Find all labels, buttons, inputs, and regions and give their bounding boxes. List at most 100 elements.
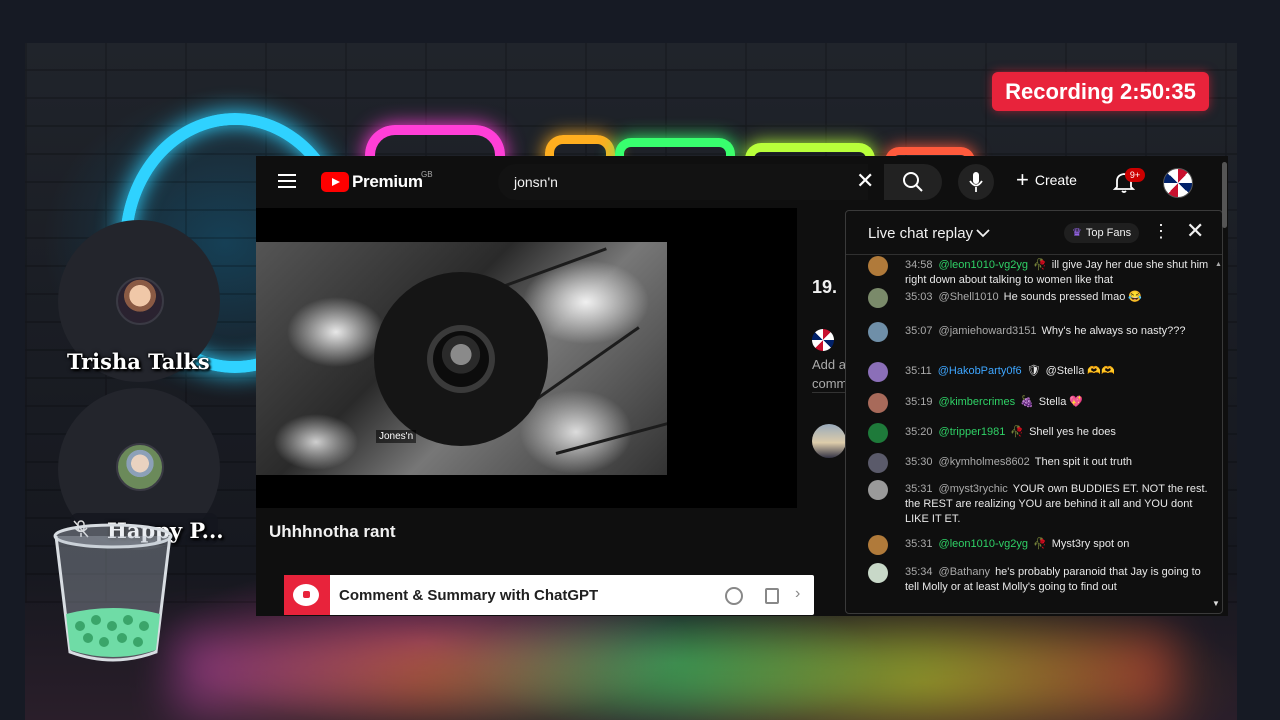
voice-search-button[interactable] (958, 164, 994, 200)
copy-icon[interactable] (765, 588, 779, 604)
chat-message-body: Stella 💖 (1038, 396, 1084, 408)
youtube-logo-icon[interactable] (321, 172, 349, 192)
divider (812, 392, 846, 393)
top-fans-label: Top Fans (1085, 227, 1132, 239)
search-icon (903, 172, 923, 192)
chat-message-body: Then spit it out truth (1034, 456, 1133, 468)
hamburger-icon[interactable] (278, 174, 296, 188)
chat-message-text: 35:03 @Shell1010 He sounds pressed lmao 😂 (905, 290, 1215, 305)
plus-icon: + (1016, 167, 1029, 192)
chat-message-body: Shell yes he does (1029, 426, 1116, 438)
chevron-down-icon[interactable] (976, 229, 990, 238)
speaker-avatar (433, 331, 489, 387)
crown-icon: ♛ (1072, 227, 1082, 239)
avatar[interactable] (868, 256, 888, 276)
avatar[interactable] (868, 480, 888, 500)
profile-avatar[interactable] (1163, 168, 1193, 198)
avatar[interactable] (868, 453, 888, 473)
chat-author[interactable]: @kimbercrimes (939, 396, 1016, 408)
chat-author[interactable]: @Bathany (939, 566, 991, 578)
member-badge-icon: 🛡 (1026, 365, 1041, 377)
speaker-label: Jones'n (376, 430, 417, 443)
chat-message-list[interactable]: 34:58 @leon1010-vg2yg 🥀 ill give Jay her du… (846, 256, 1216, 610)
chat-message-text: 35:07 @jamiehoward3151 Why's he always so … (905, 324, 1215, 339)
chat-message-body: @Stella 🫶🫶 (1045, 365, 1115, 377)
window-scrollbar[interactable] (1222, 162, 1227, 228)
avatar[interactable] (868, 393, 888, 413)
chat-timestamp: 35:19 (905, 396, 933, 408)
chat-mode-dropdown[interactable]: Live chat replay (868, 225, 973, 242)
scroll-down-arrow[interactable]: ▼ (1212, 599, 1220, 608)
chat-message-text: 35:19 @kimbercrimes 🍇 Stella 💖 (905, 395, 1215, 410)
member-badge-icon: 🍇 (1020, 396, 1034, 408)
chat-header: Live chat replay ♛ Top Fans ⋮ ✕ (846, 211, 1222, 255)
chat-author[interactable]: @kymholmes8602 (939, 456, 1030, 468)
openai-icon[interactable] (725, 587, 743, 605)
chat-timestamp: 34:58 (905, 259, 933, 271)
chat-message-text: 35:34 @Bathany he's probably paranoid that… (905, 565, 1215, 595)
avatar[interactable] (868, 322, 888, 342)
chatgpt-icon (284, 575, 330, 615)
chatgpt-summary-bar[interactable]: Comment & Summary with ChatGPT › (284, 575, 814, 615)
participant-name: Trisha Talks (67, 349, 210, 374)
kebab-menu-icon[interactable]: ⋮ (1152, 222, 1170, 240)
close-icon[interactable]: ✕ (1186, 220, 1204, 242)
chat-message-text: 34:58 @leon1010-vg2yg 🥀 ill give Jay her du… (905, 258, 1215, 288)
avatar[interactable] (868, 288, 888, 308)
member-badge-icon: 🥀 (1010, 426, 1025, 438)
chat-timestamp: 35:31 (905, 538, 933, 550)
chat-message-body: He sounds pressed lmao 😂 (1003, 291, 1143, 303)
avatar[interactable] (868, 362, 888, 382)
chat-message-text: 35:11 @HakobParty0f6 🛡 @Stella 🫶🫶 (905, 364, 1215, 379)
video-frame[interactable]: Jones'n (256, 242, 667, 475)
live-chat-panel: Live chat replay ♛ Top Fans ⋮ ✕ 34:58 @le… (845, 210, 1223, 614)
chat-message-text: 35:30 @kymholmes8602 Then spit it out trut… (905, 455, 1215, 470)
avatar (812, 329, 834, 351)
floor-reflection (175, 633, 1175, 713)
chat-message-body: Myst3ry spot on (1051, 538, 1130, 550)
chat-author[interactable]: @leon1010-vg2yg (939, 538, 1028, 550)
mic-icon (969, 172, 983, 192)
chat-author[interactable]: @HakobParty0f6 (938, 365, 1022, 377)
search-value[interactable]: jonsn'n (514, 174, 558, 190)
chatgpt-label: Comment & Summary with ChatGPT (339, 587, 599, 604)
search-button[interactable] (884, 164, 942, 200)
avatar (812, 424, 846, 458)
top-fans-chip[interactable]: ♛ Top Fans (1064, 223, 1140, 243)
add-comment-line: Add a (812, 357, 846, 372)
chat-timestamp: 35:20 (905, 426, 933, 438)
chevron-right-icon[interactable]: › (795, 585, 800, 603)
chat-timestamp: 35:07 (905, 325, 933, 337)
chat-author[interactable]: @jamiehoward3151 (939, 325, 1037, 337)
chat-author[interactable]: @tripper1981 (939, 426, 1006, 438)
chat-author[interactable]: @myst3rychic (939, 483, 1008, 495)
chat-timestamp: 35:31 (905, 483, 933, 495)
recording-badge: Recording 2:50:35 (992, 72, 1209, 111)
create-button[interactable]: + Create (1016, 167, 1077, 192)
avatar[interactable] (868, 535, 888, 555)
branch (555, 420, 667, 455)
video-player[interactable]: Jones'n (256, 208, 797, 508)
member-badge-icon: 🥀 (1032, 259, 1047, 271)
chat-message-body: Why's he always so nasty??? (1041, 325, 1186, 337)
add-comment-field[interactable]: Add a comm (812, 355, 846, 393)
video-title: Uhhhnotha rant (269, 522, 396, 541)
scroll-up-arrow[interactable]: ▲ (1215, 261, 1222, 268)
chat-timestamp: 35:11 (905, 365, 932, 377)
create-label: Create (1034, 172, 1077, 188)
chat-timestamp: 35:34 (905, 566, 933, 578)
stream-canvas: Recording 2:50:35 Trisha Talks Happy P..… (0, 0, 1280, 720)
chat-author[interactable]: @Shell1010 (939, 291, 999, 303)
youtube-brand[interactable]: Premium (352, 172, 423, 192)
chat-author[interactable]: @leon1010-vg2yg (939, 259, 1028, 271)
avatar[interactable] (868, 563, 888, 583)
trash-cup-icon (53, 523, 173, 662)
chat-message-text: 35:20 @tripper1981 🥀 Shell yes he does (905, 425, 1215, 440)
chat-message-text: 35:31 @leon1010-vg2yg 🥀 Myst3ry spot on (905, 537, 1215, 552)
chat-timestamp: 35:03 (905, 291, 933, 303)
member-badge-icon: 🥀 (1032, 538, 1047, 550)
avatar[interactable] (868, 423, 888, 443)
chat-message-text: 35:31 @myst3rychic YOUR own BUDDIES ET. NO… (905, 482, 1215, 527)
view-count: 19. (812, 277, 838, 297)
clear-search-icon[interactable]: ✕ (856, 170, 874, 192)
